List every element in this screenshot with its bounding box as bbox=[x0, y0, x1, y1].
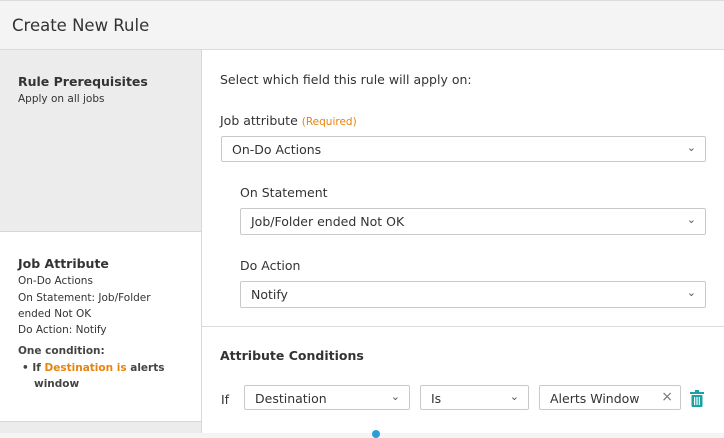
bullet-dot: • bbox=[22, 362, 33, 374]
summary-line: ended Not OK bbox=[18, 308, 92, 320]
close-icon[interactable]: × bbox=[661, 389, 673, 405]
condition-field-value: Destination bbox=[255, 391, 327, 406]
do-action-label: Do Action bbox=[240, 258, 301, 273]
rule-form: Select which field this rule will apply … bbox=[202, 50, 724, 438]
condition-suffix: alerts bbox=[126, 362, 165, 374]
attribute-conditions-title: Attribute Conditions bbox=[220, 348, 364, 363]
chevron-down-icon: ⌄ bbox=[686, 213, 696, 226]
summary-sidebar: Rule Prerequisites Apply on all jobs Job… bbox=[0, 50, 202, 433]
trash-icon[interactable] bbox=[690, 390, 704, 407]
job-attribute-select[interactable]: On-Do Actions ⌄ bbox=[221, 136, 706, 162]
condition-value-text: Alerts Window bbox=[550, 391, 640, 406]
condition-summary: • If Destination is alerts window bbox=[22, 360, 192, 392]
chevron-down-icon: ⌄ bbox=[390, 390, 400, 403]
required-badge: (Required) bbox=[301, 116, 357, 128]
job-attribute-label-text: Job attribute bbox=[220, 113, 298, 128]
condition-prefix: If bbox=[32, 362, 45, 374]
chevron-down-icon: ⌄ bbox=[509, 390, 519, 403]
condition-value-input[interactable]: Alerts Window × bbox=[539, 385, 681, 410]
job-attribute-label: Job attribute (Required) bbox=[220, 113, 357, 128]
condition-count-label: One condition: bbox=[18, 345, 105, 357]
do-action-select[interactable]: Notify ⌄ bbox=[240, 281, 706, 308]
condition-line2: window bbox=[34, 378, 80, 390]
section-divider bbox=[202, 326, 724, 327]
add-condition-icon[interactable] bbox=[372, 430, 380, 438]
on-statement-label: On Statement bbox=[240, 185, 328, 200]
job-attribute-summary-title: Job Attribute bbox=[18, 256, 109, 271]
condition-field: Destination is bbox=[44, 362, 127, 374]
condition-operator-select[interactable]: Is ⌄ bbox=[420, 385, 529, 410]
intro-text: Select which field this rule will apply … bbox=[220, 72, 472, 87]
job-attribute-value: On-Do Actions bbox=[232, 142, 322, 157]
condition-field-select[interactable]: Destination ⌄ bbox=[244, 385, 410, 410]
page-header: Create New Rule bbox=[0, 0, 724, 50]
chevron-down-icon: ⌄ bbox=[686, 141, 696, 154]
rule-prerequisites-section: Rule Prerequisites Apply on all jobs bbox=[0, 50, 201, 232]
condition-operator-value: Is bbox=[431, 391, 442, 406]
chevron-down-icon: ⌄ bbox=[686, 286, 696, 299]
rule-prerequisites-title: Rule Prerequisites bbox=[18, 74, 148, 89]
job-attribute-summary-section: Job Attribute On-Do Actions On Statement… bbox=[0, 232, 201, 422]
if-label: If bbox=[221, 392, 230, 407]
page-title: Create New Rule bbox=[12, 16, 150, 35]
summary-line: On-Do Actions bbox=[18, 275, 93, 287]
on-statement-select[interactable]: Job/Folder ended Not OK ⌄ bbox=[240, 208, 706, 235]
summary-line: On Statement: Job/Folder bbox=[18, 292, 151, 304]
on-statement-value: Job/Folder ended Not OK bbox=[251, 214, 405, 229]
rule-prerequisites-text: Apply on all jobs bbox=[18, 93, 105, 105]
do-action-value: Notify bbox=[251, 287, 288, 302]
sidebar-next-section bbox=[0, 422, 201, 433]
summary-line: Do Action: Notify bbox=[18, 324, 107, 336]
